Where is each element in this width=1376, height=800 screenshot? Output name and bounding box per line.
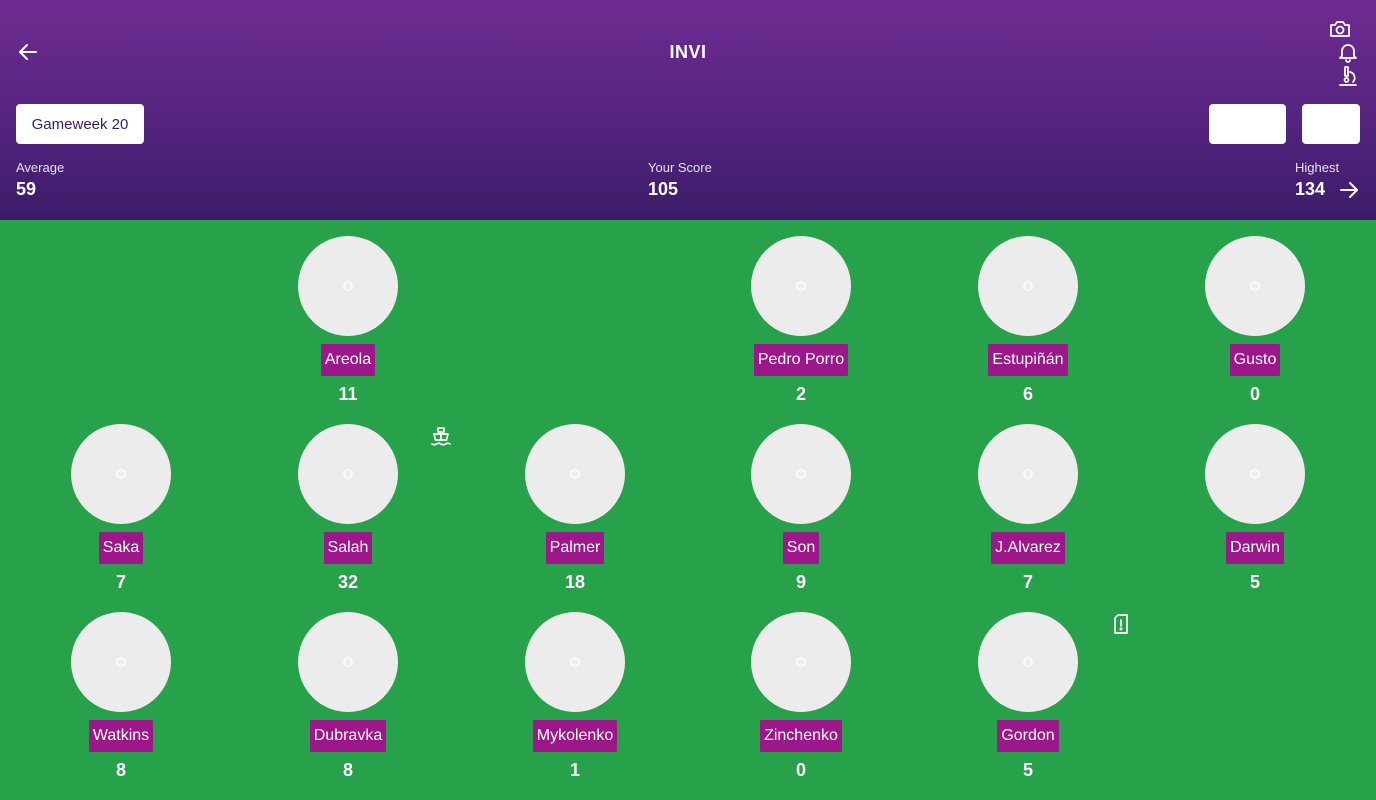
player-name: Gusto: [1229, 344, 1281, 376]
player-card[interactable]: Areola 11: [268, 236, 428, 405]
player-photo: [525, 424, 625, 524]
player-photo: [751, 236, 851, 336]
player-photo: [1205, 424, 1305, 524]
player-photo: [751, 424, 851, 524]
player-points: 7: [115, 572, 126, 592]
player-points: 0: [795, 760, 806, 780]
player-name: Estupiñán: [988, 344, 1068, 376]
player-points: 32: [337, 572, 359, 592]
average-label: Average: [16, 160, 65, 175]
player-card[interactable]: Darwin 5: [1175, 424, 1335, 593]
player-points: 8: [342, 760, 353, 780]
pitch: Areola 11 Pedro Porro 2 Estupiñán 6 Gust…: [0, 220, 1376, 800]
player-points: 9: [795, 572, 806, 592]
camera-icon[interactable]: [1328, 17, 1352, 41]
player-card[interactable]: Gordon 5: [948, 612, 1108, 781]
player-points: 11: [338, 384, 358, 404]
player-photo: [978, 612, 1078, 712]
player-photo: [978, 424, 1078, 524]
player-photo: [525, 612, 625, 712]
player-card[interactable]: Palmer 18: [495, 424, 655, 593]
player-name: J.Alvarez: [991, 532, 1065, 564]
player-photo: [298, 424, 398, 524]
player-name: Darwin: [1226, 532, 1284, 564]
player-card[interactable]: Salah 32: [268, 424, 428, 593]
player-card[interactable]: Estupiñán 6: [948, 236, 1108, 405]
player-photo: [71, 612, 171, 712]
player-photo: [1205, 236, 1305, 336]
page-title: INVI: [669, 42, 707, 62]
player-photo: [298, 236, 398, 336]
player-name: Pedro Porro: [753, 344, 849, 376]
player-name: Palmer: [545, 532, 605, 564]
arrow-right-icon[interactable]: [1337, 178, 1361, 202]
player-name: Mykolenko: [532, 720, 618, 752]
highest-stat[interactable]: Highest 134: [1295, 160, 1339, 200]
player-photo: [751, 612, 851, 712]
average-value: 59: [16, 179, 37, 199]
ship-icon[interactable]: [429, 425, 453, 449]
player-card[interactable]: Zinchenko 0: [721, 612, 881, 781]
player-card[interactable]: Gusto 0: [1175, 236, 1335, 405]
gameweek-selector-button[interactable]: Gameweek 20: [16, 104, 144, 144]
player-name: Son: [782, 532, 820, 564]
player-card[interactable]: Mykolenko 1: [495, 612, 655, 781]
player-points: 7: [1022, 572, 1033, 592]
action-button-2[interactable]: [1302, 104, 1360, 144]
header: INVI Gameweek 20 Average 59 Your Score 1…: [0, 0, 1376, 220]
player-photo: [978, 236, 1078, 336]
player-photo: [71, 424, 171, 524]
action-button-1[interactable]: [1209, 104, 1286, 144]
highest-value: 134: [1295, 179, 1326, 199]
your-score-value: 105: [648, 179, 679, 199]
player-points: 5: [1022, 760, 1033, 780]
player-card[interactable]: Saka 7: [41, 424, 201, 593]
player-name: Saka: [98, 532, 144, 564]
player-name: Watkins: [88, 720, 154, 752]
player-photo: [298, 612, 398, 712]
player-points: 18: [564, 572, 586, 592]
your-score-label: Your Score: [648, 160, 712, 175]
player-card[interactable]: Watkins 8: [41, 612, 201, 781]
player-name: Salah: [323, 532, 373, 564]
highest-label: Highest: [1295, 160, 1340, 175]
player-points: 5: [1249, 572, 1260, 592]
microscope-icon[interactable]: [1336, 64, 1360, 88]
player-card[interactable]: Pedro Porro 2: [721, 236, 881, 405]
player-name: Areola: [320, 344, 376, 376]
player-card[interactable]: Dubravka 8: [268, 612, 428, 781]
bell-icon[interactable]: [1336, 40, 1360, 64]
player-points: 8: [115, 760, 126, 780]
player-card[interactable]: Son 9: [721, 424, 881, 593]
player-name: Dubravka: [309, 720, 387, 752]
player-points: 2: [795, 384, 806, 404]
player-points: 6: [1022, 384, 1033, 404]
your-score-stat: Your Score 105: [648, 160, 712, 200]
player-points: 1: [569, 760, 580, 780]
player-card[interactable]: J.Alvarez 7: [948, 424, 1108, 593]
player-name: Gordon: [997, 720, 1059, 752]
player-name: Zinchenko: [760, 720, 842, 752]
average-stat: Average 59: [16, 160, 64, 200]
player-points: 0: [1249, 384, 1260, 404]
alert-file-icon[interactable]: [1109, 612, 1133, 636]
